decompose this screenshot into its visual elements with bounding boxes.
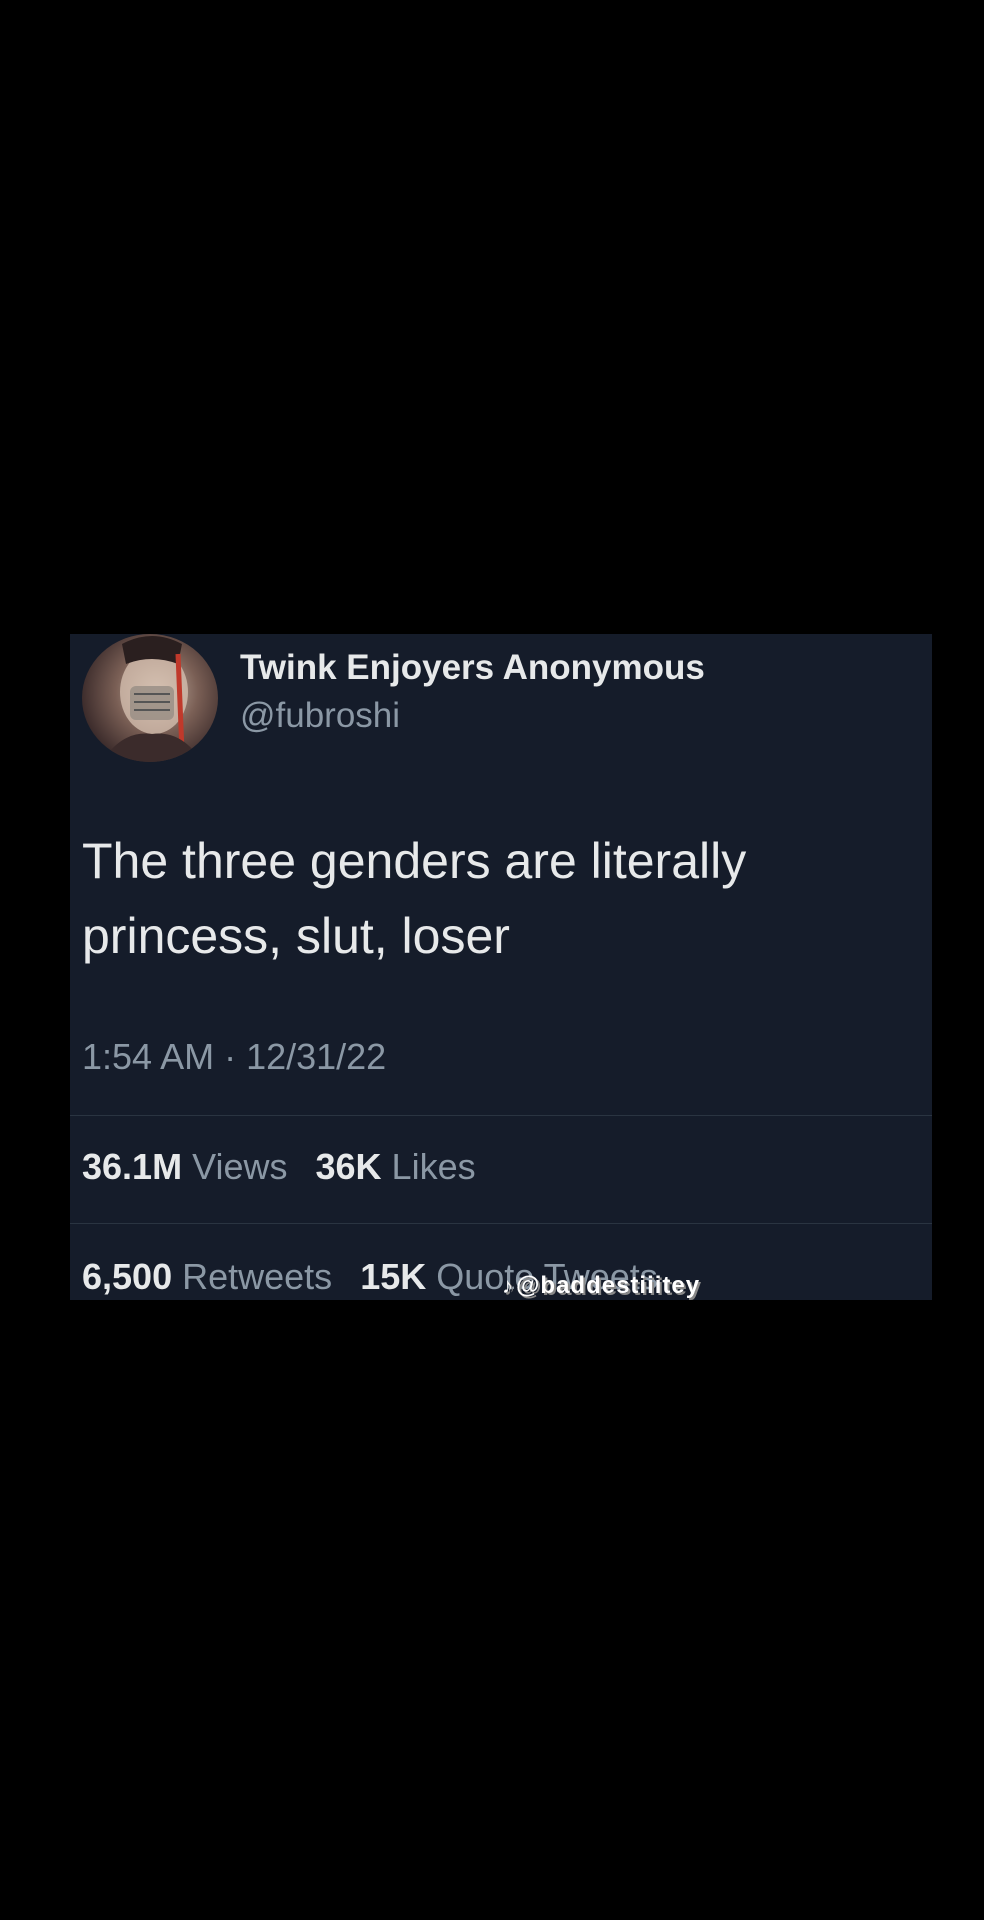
retweets-stat[interactable]: 6,500 Retweets — [82, 1256, 360, 1297]
views-label: Views — [192, 1146, 288, 1187]
retweets-count: 6,500 — [82, 1256, 173, 1297]
views-stat[interactable]: 36.1M Views — [82, 1146, 315, 1187]
likes-count: 36K — [315, 1146, 382, 1187]
user-handle[interactable]: @fubroshi — [240, 696, 400, 736]
tweet-text-line: princess, slut, loser — [82, 908, 510, 964]
tiktok-icon: ♪ — [502, 1273, 514, 1298]
tweet-text-line: The three genders are literally — [82, 833, 747, 889]
quote-tweets-count: 15K — [360, 1256, 427, 1297]
tweet-timestamp[interactable]: 1:54 AM · 12/31/22 — [82, 1036, 386, 1078]
likes-label: Likes — [391, 1146, 476, 1187]
watermark-text: @baddestiiitey — [516, 1272, 701, 1299]
views-count: 36.1M — [82, 1146, 183, 1187]
divider — [70, 1115, 932, 1116]
divider — [70, 1223, 932, 1224]
display-name[interactable]: Twink Enjoyers Anonymous — [240, 648, 705, 688]
avatar[interactable] — [82, 634, 218, 762]
stats-row-views-likes: 36.1M Views 36K Likes — [82, 1146, 494, 1188]
tweet-text: The three genders are literally princess… — [82, 824, 902, 974]
retweets-label: Retweets — [182, 1256, 333, 1297]
tiktok-watermark: ♪@baddestiiitey — [502, 1272, 700, 1300]
tweet-card: Twink Enjoyers Anonymous @fubroshi The t… — [70, 634, 932, 1300]
likes-stat[interactable]: 36K Likes — [315, 1146, 493, 1187]
